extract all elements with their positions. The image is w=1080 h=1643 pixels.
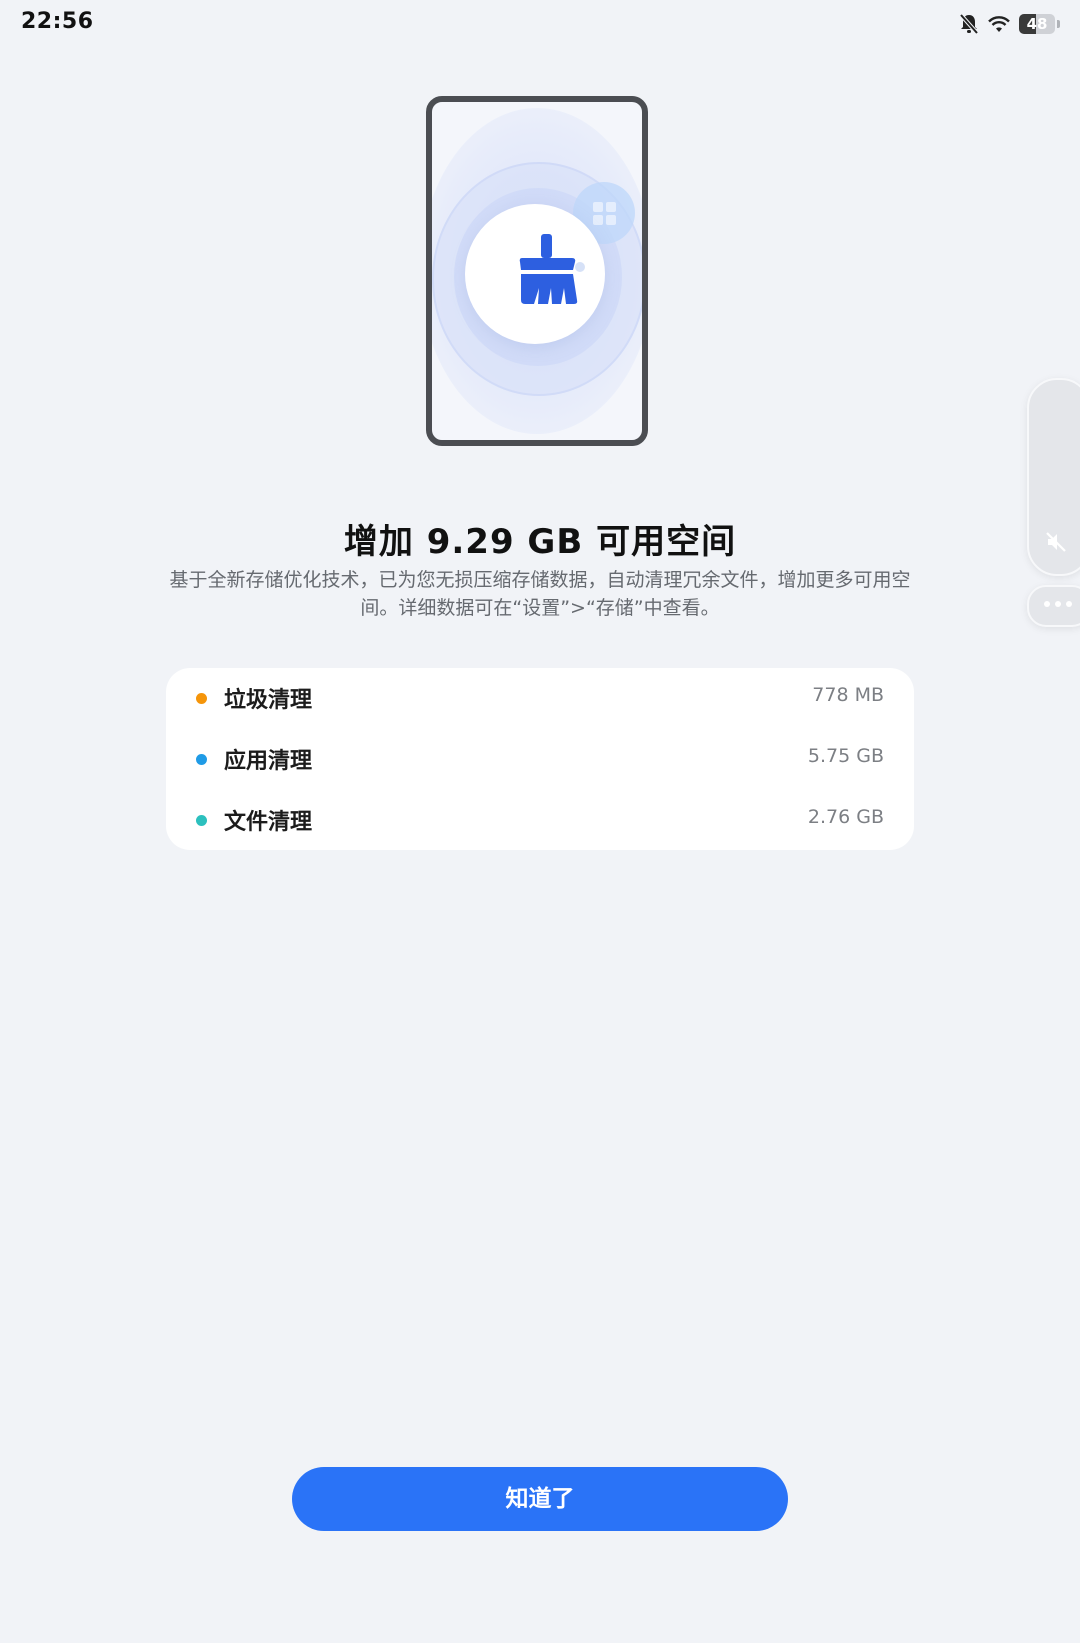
broom-icon [514, 230, 586, 310]
status-time: 22:56 [21, 9, 94, 34]
grid-bubble-icon [592, 201, 618, 231]
list-item-value: 2.76 GB [807, 806, 884, 828]
volume-mute-icon[interactable] [1044, 530, 1068, 558]
status-bar: 22:56 48 [0, 0, 1080, 46]
status-dot [196, 693, 207, 704]
list-item-label: 垃圾清理 [224, 688, 313, 713]
page-description: 基于全新存储优化技术，已为您无损压缩存储数据，自动清理冗余文件，增加更多可用空间… [169, 569, 911, 619]
list-item-value: 778 MB [812, 684, 884, 706]
wifi-icon [987, 14, 1011, 34]
list-item-label: 应用清理 [224, 749, 313, 774]
status-icons: 48 [959, 11, 1060, 37]
status-dot [196, 754, 207, 765]
list-item-app: 应用清理 5.75 GB [166, 729, 914, 789]
more-icon[interactable] [1044, 601, 1072, 607]
status-dot [196, 815, 207, 826]
battery-level: 48 [1026, 15, 1048, 33]
ok-button[interactable]: 知道了 [292, 1467, 788, 1531]
bell-muted-icon [959, 13, 979, 35]
cleanup-list-card: 垃圾清理 778 MB 应用清理 5.75 GB 文件清理 2.76 GB [166, 668, 914, 850]
list-item-label: 文件清理 [224, 810, 313, 835]
battery-icon: 48 [1019, 14, 1055, 34]
list-item-junk: 垃圾清理 778 MB [166, 668, 914, 728]
list-item-file: 文件清理 2.76 GB [166, 790, 914, 850]
page-title: 增加 9.29 GB 可用空间 [343, 522, 737, 562]
list-item-value: 5.75 GB [807, 745, 884, 767]
battery-nub [1057, 20, 1060, 28]
